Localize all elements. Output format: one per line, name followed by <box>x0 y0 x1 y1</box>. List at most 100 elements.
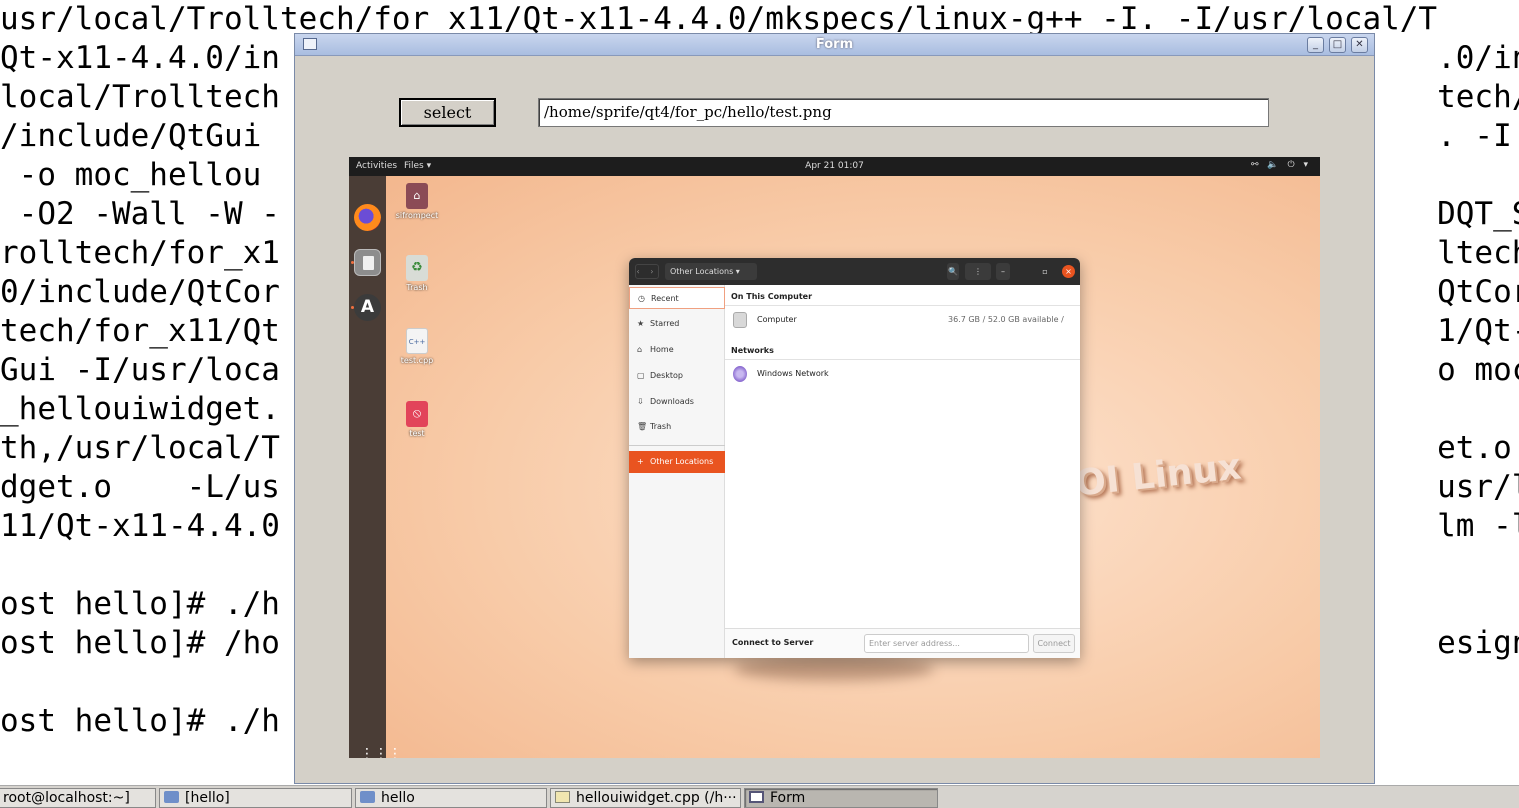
disk-usage: 36.7 GB / 52.0 GB available / <box>948 315 1064 324</box>
sidebar-item-recent: ◷ Recent <box>629 287 725 309</box>
location-name: Windows Network <box>757 369 829 378</box>
sidebar-item-label: Other Locations <box>650 457 714 466</box>
show-apps-icon: ⋮⋮⋮ <box>360 746 402 758</box>
location-label: Other Locations <box>670 267 734 276</box>
connect-to-server-label: Connect to Server <box>732 638 814 647</box>
sidebar-divider <box>629 445 725 446</box>
maximize-icon: ▫ <box>1042 267 1048 276</box>
taskbar: root@localhost:~] [hello] hello hellouiw… <box>0 785 1519 808</box>
section-on-this-computer: On This Computer <box>731 292 813 301</box>
back-forward-buttons: ‹ › <box>635 264 659 279</box>
sidebar-item-label: Desktop <box>650 371 683 380</box>
taskbar-item-label: hello <box>381 790 415 806</box>
taskbar-item-terminal[interactable]: root@localhost:~] <box>0 788 156 808</box>
desktop-icon-label: Trash <box>406 283 428 292</box>
files-window: ‹ › Other Locations ▾ 🔍 ⋮ – ▫ × ◷ Recent … <box>629 258 1080 658</box>
taskbar-item-form[interactable]: Form <box>744 788 938 808</box>
folder-icon <box>164 791 179 803</box>
clock-icon: ◷ <box>638 294 645 303</box>
plus-icon: + <box>637 457 644 466</box>
files-sidebar: ◷ Recent ★ Starred ⌂ Home ▢ Desktop ⇩ Downloa… <box>629 285 725 658</box>
desktop-icon-trash: ♻ Trash <box>392 255 442 292</box>
sidebar-item-desktop: ▢ Desktop <box>629 365 725 387</box>
taskbar-item-label: [hello] <box>185 790 230 806</box>
folder-icon <box>360 791 375 803</box>
text-editor-icon <box>555 791 570 803</box>
ubuntu-dock: A ⋮⋮⋮ <box>349 176 402 758</box>
maximize-button[interactable]: □ <box>1329 37 1346 53</box>
trash-icon: 🗑 <box>637 422 648 431</box>
view-options-icon: ⋮ <box>965 263 991 280</box>
desktop-icon-label: test <box>409 429 425 438</box>
taskbar-item-hello-folder[interactable]: [hello] <box>159 788 352 808</box>
sidebar-item-label: Home <box>650 345 674 354</box>
menu-icon: – <box>996 263 1010 280</box>
taskbar-item-label: Form <box>770 790 806 806</box>
window-title: Form <box>815 37 854 52</box>
terminal-line: ost hello]# ./h <box>0 586 280 622</box>
desktop-icon-label: sifrompect <box>395 211 439 220</box>
divider <box>725 359 1080 360</box>
software-store-icon: A <box>354 294 381 321</box>
trash-icon: ♻ <box>406 255 428 281</box>
wallpaper-shadow <box>734 657 934 681</box>
location-row-windows-network: Windows Network <box>725 361 1080 387</box>
sidebar-item-label: Downloads <box>650 397 694 406</box>
minimize-button[interactable]: _ <box>1307 37 1324 53</box>
wallpaper-logo-text: OI Linux <box>1073 446 1243 505</box>
home-icon: ⌂ <box>637 345 643 354</box>
form-titlebar[interactable]: Form _ □ ✕ <box>295 34 1374 56</box>
desktop-icon-test: ⦸ test <box>392 401 442 438</box>
firefox-icon <box>354 204 381 231</box>
ubuntu-top-bar: Activities Files ▾ Apr 21 01:07 ⚯ 🔈 ⏻ ▾ <box>349 157 1320 176</box>
sidebar-item-trash: 🗑 Trash <box>629 416 725 438</box>
location-row-computer: Computer 36.7 GB / 52.0 GB available / <box>725 307 1080 333</box>
search-icon: 🔍 <box>947 263 959 280</box>
window-icon <box>749 791 764 803</box>
form-window: Form _ □ ✕ select /home/sprife/qt4/for_p… <box>294 33 1375 784</box>
sidebar-item-starred: ★ Starred <box>629 313 725 335</box>
files-headerbar: ‹ › Other Locations ▾ 🔍 ⋮ – ▫ × <box>629 258 1080 285</box>
clock-label: Apr 21 01:07 <box>805 161 864 171</box>
close-icon: × <box>1062 265 1075 278</box>
home-folder-icon: ⌂ <box>406 183 428 209</box>
taskbar-item-hello[interactable]: hello <box>355 788 547 808</box>
drive-icon <box>733 312 747 328</box>
server-address-field: Enter server address... <box>864 634 1029 653</box>
status-icons: ⚯ 🔈 ⏻ ▾ <box>1251 160 1311 170</box>
taskbar-item-label: root@localhost:~] <box>3 790 130 806</box>
sidebar-item-label: Trash <box>650 422 672 431</box>
location-name: Computer <box>757 315 797 324</box>
star-icon: ★ <box>637 319 645 328</box>
sidebar-item-other-locations: + Other Locations <box>629 451 725 473</box>
desktop-icon-home: ⌂ sifrompect <box>392 183 442 220</box>
cpp-file-icon: C++ <box>406 328 428 354</box>
desktop-icon-label: test.cpp <box>400 356 434 365</box>
desktop-icon-test-cpp: C++ test.cpp <box>392 328 442 365</box>
executable-icon: ⦸ <box>406 401 428 427</box>
running-indicator <box>351 261 354 264</box>
select-button[interactable]: select <box>399 98 496 127</box>
files-content: On This Computer Computer 36.7 GB / 52.0… <box>725 285 1080 658</box>
terminal-line: ost hello]# ./h <box>0 703 280 739</box>
taskbar-item-label: hellouiwidget.cpp (/h··· <box>576 790 737 806</box>
divider <box>725 305 1080 306</box>
file-path-field[interactable]: /home/sprife/qt4/for_pc/hello/test.png <box>538 98 1269 127</box>
section-networks: Networks <box>731 346 774 355</box>
connect-button: Connect <box>1033 634 1075 653</box>
close-button[interactable]: ✕ <box>1351 37 1368 53</box>
image-preview: Activities Files ▾ Apr 21 01:07 ⚯ 🔈 ⏻ ▾ … <box>349 157 1320 758</box>
taskbar-item-editor[interactable]: hellouiwidget.cpp (/h··· <box>550 788 741 808</box>
sidebar-item-label: Starred <box>650 319 680 328</box>
location-button: Other Locations ▾ <box>665 263 757 280</box>
sidebar-item-home: ⌂ Home <box>629 339 725 361</box>
download-icon: ⇩ <box>637 397 644 406</box>
files-app-icon <box>354 249 381 276</box>
connect-to-server-bar: Connect to Server Enter server address..… <box>725 628 1080 658</box>
network-icon <box>733 366 747 382</box>
sidebar-item-label: Recent <box>651 294 679 303</box>
terminal-line: -o moc_hellou <box>0 157 262 193</box>
running-indicator <box>351 306 354 309</box>
sidebar-item-downloads: ⇩ Downloads <box>629 391 725 413</box>
desktop-icon: ▢ <box>637 371 645 380</box>
